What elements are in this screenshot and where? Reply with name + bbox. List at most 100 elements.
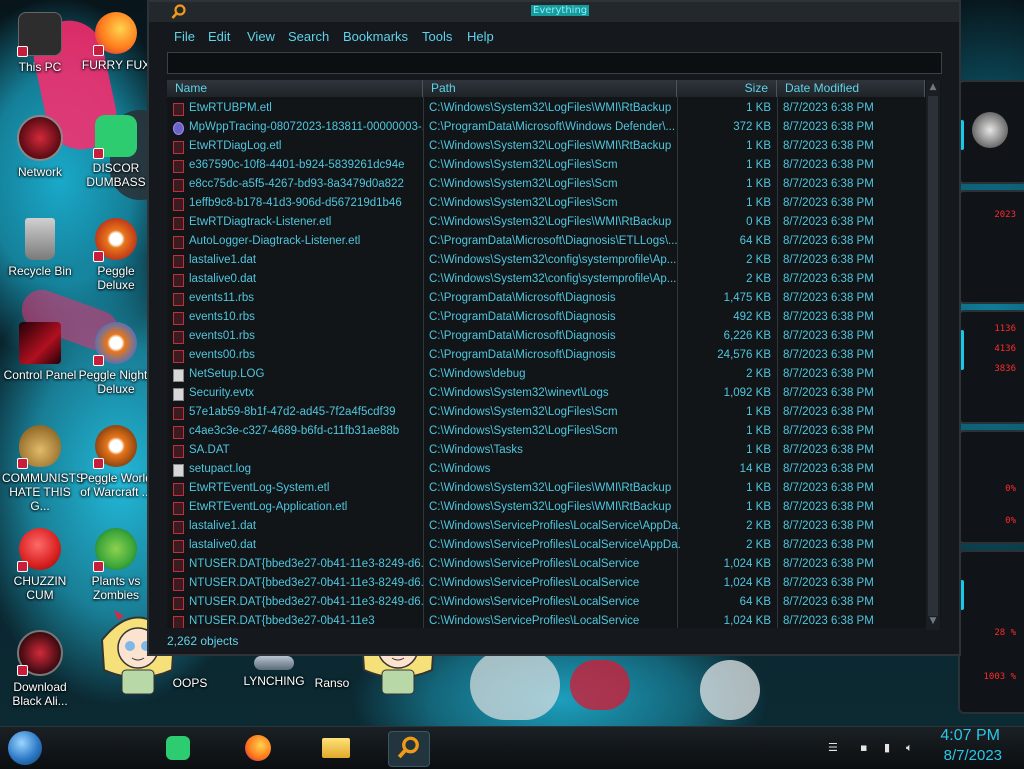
result-row[interactable]: e367590c-10f8-4401-b924-5839261dc94e C:\W…	[167, 157, 941, 176]
clock-time[interactable]: 4:07 PM	[940, 727, 1000, 745]
result-path: C:\Windows\System32\LogFiles\Scm	[429, 178, 618, 190]
result-size: 6,226 KB	[723, 330, 771, 342]
result-row[interactable]: AutoLogger-Diagtrack-Listener.etl C:\Prog…	[167, 233, 941, 252]
chat-app-icon	[93, 115, 137, 159]
notification-icon[interactable]: ☰	[828, 741, 842, 754]
result-row[interactable]: lastalive1.dat C:\Windows\System32\config…	[167, 252, 941, 271]
column-header-path[interactable]: Path	[423, 80, 677, 97]
desktop-icon-communists[interactable]: COMMUNISTS HATE THIS G...	[2, 425, 84, 513]
file-icon	[173, 160, 184, 173]
column-header-date-modified[interactable]: Date Modified	[777, 80, 925, 97]
desktop-icon-label: Control Panel	[3, 368, 77, 382]
result-row[interactable]: NTUSER.DAT{bbed3e27-0b41-11e3 C:\Windows\…	[167, 613, 941, 628]
file-icon	[173, 274, 184, 287]
result-row[interactable]: NetSetup.LOG C:\Windows\debug 2 KB 8/7/2023…	[167, 366, 941, 385]
scroll-down-icon[interactable]: ▼	[928, 616, 938, 628]
result-row[interactable]: EtwRTUBPM.etl C:\Windows\System32\LogFile…	[167, 100, 941, 119]
result-path: C:\Windows\System32\config\systemprofile…	[429, 273, 677, 285]
taskbar-firefox[interactable]	[238, 731, 278, 765]
menu-file[interactable]: File	[174, 29, 195, 44]
desktop-icon-recycle-bin[interactable]: Recycle Bin	[2, 218, 78, 278]
desktop-icon-plants-vs-zombies[interactable]: Plants vs Zombies	[78, 528, 154, 602]
file-icon	[173, 616, 184, 628]
result-path: C:\ProgramData\Microsoft\Windows Defende…	[429, 121, 676, 133]
menu-view[interactable]: View	[247, 29, 275, 44]
result-row[interactable]: lastalive0.dat C:\Windows\System32\config…	[167, 271, 941, 290]
result-name: events01.rbs	[189, 330, 255, 342]
recycle-bin-icon	[25, 218, 55, 260]
peggle-nights-icon	[93, 322, 137, 366]
menu-edit[interactable]: Edit	[208, 29, 230, 44]
result-size: 372 KB	[733, 121, 771, 133]
result-row[interactable]: events01.rbs C:\ProgramData\Microsoft\Dia…	[167, 328, 941, 347]
result-path: C:\Windows\System32\winevt\Logs	[429, 387, 609, 399]
window-titlebar[interactable]: Everything	[149, 2, 959, 22]
network-status-icon[interactable]: ▪	[860, 741, 874, 754]
result-date: 8/7/2023 6:38 PM	[783, 596, 874, 608]
desktop-icon-chuzzin[interactable]: CHUZZIN CUM	[2, 528, 78, 602]
volume-icon[interactable]: 🔈︎	[906, 741, 920, 754]
result-row[interactable]: EtwRTEventLog-Application.etl C:\Windows\…	[167, 499, 941, 518]
result-row[interactable]: NTUSER.DAT{bbed3e27-0b41-11e3-8249-d6...…	[167, 575, 941, 594]
result-row[interactable]: Security.evtx C:\Windows\System32\winevt\…	[167, 385, 941, 404]
result-row[interactable]: MpWppTracing-08072023-183811-00000003-..…	[167, 119, 941, 138]
desktop-icon-peggle-deluxe[interactable]: Peggle Deluxe	[78, 218, 154, 292]
results-list[interactable]: Name Path Size Date Modified EtwRTUBPM.e…	[167, 80, 941, 628]
result-path: C:\Windows\System32\LogFiles\Scm	[429, 197, 618, 209]
result-row[interactable]: events00.rbs C:\ProgramData\Microsoft\Dia…	[167, 347, 941, 366]
result-name: NTUSER.DAT{bbed3e27-0b41-11e3-8249-d6...	[189, 596, 423, 608]
desktop-icon-lynching[interactable]: LYNCHING	[236, 656, 312, 688]
result-row[interactable]: SA.DAT C:\Windows\Tasks 1 KB 8/7/2023 6:38 …	[167, 442, 941, 461]
result-size: 1,024 KB	[723, 577, 771, 589]
column-header-size[interactable]: Size	[677, 80, 777, 97]
desktop-icon-network[interactable]: Network	[2, 115, 78, 179]
result-row[interactable]: 57e1ab59-8b1f-47d2-ad45-7f2a4f5cdf39 C:\W…	[167, 404, 941, 423]
vertical-scrollbar[interactable]: ▲ ▼	[926, 80, 940, 630]
scroll-up-icon[interactable]: ▲	[928, 82, 938, 94]
column-header-name[interactable]: Name	[167, 80, 423, 97]
menu-tools[interactable]: Tools	[422, 29, 452, 44]
taskbar-file-explorer[interactable]	[316, 731, 356, 765]
system-monitor-widget: 2023 1136 4136 3836 0% 0% 28 % 1003 %	[958, 80, 1024, 720]
result-row[interactable]: NTUSER.DAT{bbed3e27-0b41-11e3-8249-d6...…	[167, 556, 941, 575]
magnifier-icon	[171, 4, 186, 19]
desktop-icon-ranso[interactable]: Ranso	[310, 676, 354, 690]
result-row[interactable]: lastalive0.dat C:\Windows\ServiceProfiles…	[167, 537, 941, 556]
clock-date[interactable]: 8/7/2023	[944, 747, 1002, 764]
result-path: C:\Windows\debug	[429, 368, 526, 380]
desktop-icon-download-black-ali[interactable]: Download Black Ali...	[2, 630, 78, 708]
desktop-icon-peggle-nights[interactable]: Peggle Nights Deluxe	[78, 322, 154, 396]
result-row[interactable]: NTUSER.DAT{bbed3e27-0b41-11e3-8249-d6...…	[167, 594, 941, 613]
result-row[interactable]: EtwRTEventLog-System.etl C:\Windows\Syste…	[167, 480, 941, 499]
menu-help[interactable]: Help	[467, 29, 494, 44]
taskbar-everything[interactable]	[388, 731, 430, 767]
taskbar-chat-app[interactable]	[158, 731, 198, 765]
desktop-icon-control-panel[interactable]: Control Panel	[2, 322, 78, 382]
result-row[interactable]: EtwRTDiagLog.etl C:\Windows\System32\LogF…	[167, 138, 941, 157]
result-row[interactable]: EtwRTDiagtrack-Listener.etl C:\Windows\Sy…	[167, 214, 941, 233]
desktop-icon-furry-fux[interactable]: FURRY FUX	[78, 12, 154, 72]
result-row[interactable]: events10.rbs C:\ProgramData\Microsoft\Dia…	[167, 309, 941, 328]
desktop-icon-this-pc[interactable]: This PC	[2, 12, 78, 74]
scrollbar-thumb[interactable]	[928, 96, 938, 616]
start-button[interactable]	[8, 731, 42, 765]
result-size: 1 KB	[746, 501, 771, 513]
result-row[interactable]: setupact.log C:\Windows 14 KB 8/7/2023 6:38…	[167, 461, 941, 480]
menu-search[interactable]: Search	[288, 29, 329, 44]
search-input[interactable]	[167, 52, 942, 74]
result-row[interactable]: events11.rbs C:\ProgramData\Microsoft\Dia…	[167, 290, 941, 309]
battery-icon[interactable]: ▮	[884, 741, 898, 754]
result-date: 8/7/2023 6:38 PM	[783, 235, 874, 247]
result-row[interactable]: 1effb9c8-b178-41d3-906d-d567219d1b46 C:\W…	[167, 195, 941, 214]
result-row[interactable]: c4ae3c3e-c327-4689-b6fd-c11fb31ae88b C:\W…	[167, 423, 941, 442]
result-row[interactable]: lastalive1.dat C:\Windows\ServiceProfiles…	[167, 518, 941, 537]
result-path: C:\ProgramData\Microsoft\Diagnosis	[429, 349, 616, 361]
menu-bookmarks[interactable]: Bookmarks	[343, 29, 408, 44]
desktop-icon-discor-dumbass[interactable]: DISCOR DUMBASS	[78, 115, 154, 189]
result-size: 1,024 KB	[723, 615, 771, 627]
desktop-icon-peggle-wow[interactable]: Peggle World of Warcraft ...	[78, 425, 154, 499]
result-row[interactable]: e8cc75dc-a5f5-4267-bd93-8a3479d0a822 C:\W…	[167, 176, 941, 195]
etl-file-icon	[173, 236, 184, 249]
result-path: C:\ProgramData\Microsoft\Diagnosis	[429, 292, 616, 304]
widget-readout: 2023	[994, 210, 1016, 220]
